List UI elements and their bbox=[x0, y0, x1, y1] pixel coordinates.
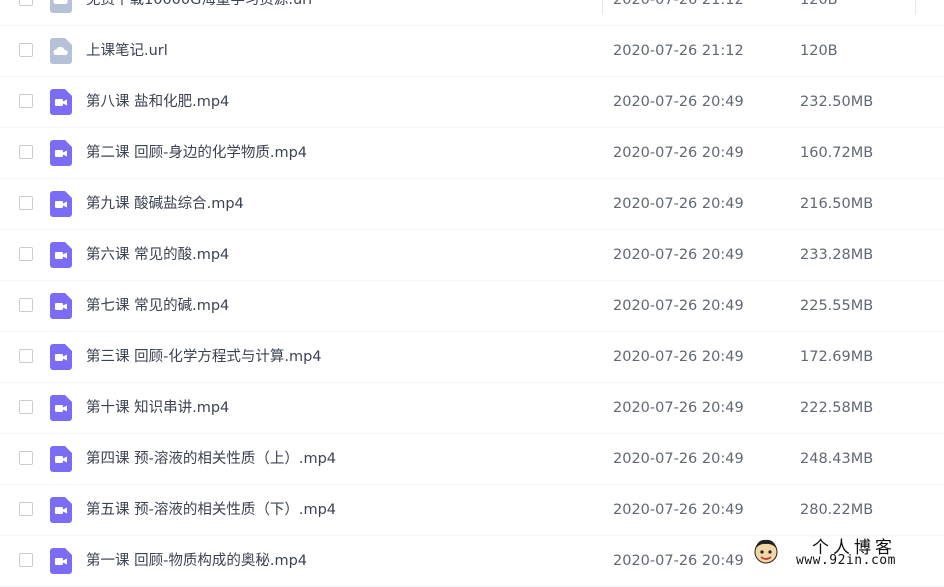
file-modified-date: 2020-07-26 21:12 bbox=[613, 0, 744, 8]
row-checkbox[interactable] bbox=[19, 349, 33, 363]
file-size: 225.55MB bbox=[800, 298, 874, 314]
file-row[interactable]: 第四课 预-溶液的相关性质（上）.mp4 2020-07-26 20:49 248.… bbox=[0, 434, 944, 485]
url-file-icon bbox=[50, 38, 72, 64]
video-file-icon bbox=[50, 344, 72, 370]
file-modified-date: 2020-07-26 20:49 bbox=[613, 553, 744, 569]
file-name[interactable]: 第一课 回顾-物质构成的奥秘.mp4 bbox=[86, 536, 307, 586]
file-name[interactable]: 第四课 预-溶液的相关性质（上）.mp4 bbox=[86, 434, 336, 484]
cartoon-face-icon bbox=[754, 539, 778, 564]
file-size: 172.69MB bbox=[800, 349, 874, 365]
video-file-icon bbox=[50, 191, 72, 217]
file-size: 120B bbox=[800, 43, 838, 59]
video-file-icon bbox=[50, 242, 72, 268]
video-file-icon bbox=[50, 548, 72, 574]
video-file-icon bbox=[50, 140, 72, 166]
file-name[interactable]: 第五课 预-溶液的相关性质（下）.mp4 bbox=[86, 485, 336, 535]
row-checkbox[interactable] bbox=[19, 196, 33, 210]
file-size: 216.50MB bbox=[800, 196, 874, 212]
file-list: 免费下载10000G海量学习资源.url 2020-07-26 21:12 120B… bbox=[0, 0, 944, 587]
file-row[interactable]: 上课笔记.url 2020-07-26 21:12 120B bbox=[0, 26, 944, 77]
file-modified-date: 2020-07-26 20:49 bbox=[613, 247, 744, 263]
file-name[interactable]: 免费下载10000G海量学习资源.url bbox=[86, 0, 312, 25]
file-row[interactable]: 第二课 回顾-身边的化学物质.mp4 2020-07-26 20:49 160.72… bbox=[0, 128, 944, 179]
file-modified-date: 2020-07-26 20:49 bbox=[613, 451, 744, 467]
file-modified-date: 2020-07-26 20:49 bbox=[613, 145, 744, 161]
file-row[interactable]: 第八课 盐和化肥.mp4 2020-07-26 20:49 232.50MB bbox=[0, 77, 944, 128]
file-name[interactable]: 第六课 常见的酸.mp4 bbox=[86, 230, 229, 280]
file-modified-date: 2020-07-26 20:49 bbox=[613, 298, 744, 314]
row-checkbox[interactable] bbox=[19, 145, 33, 159]
file-modified-date: 2020-07-26 20:49 bbox=[613, 502, 744, 518]
file-modified-date: 2020-07-26 21:12 bbox=[613, 43, 744, 59]
file-name[interactable]: 第三课 回顾-化学方程式与计算.mp4 bbox=[86, 332, 322, 382]
file-row[interactable]: 免费下载10000G海量学习资源.url 2020-07-26 21:12 120B bbox=[0, 0, 944, 26]
file-row[interactable]: 第九课 酸碱盐综合.mp4 2020-07-26 20:49 216.50MB bbox=[0, 179, 944, 230]
file-modified-date: 2020-07-26 20:49 bbox=[613, 400, 744, 416]
file-name[interactable]: 第七课 常见的碱.mp4 bbox=[86, 281, 229, 331]
file-name[interactable]: 第十课 知识串讲.mp4 bbox=[86, 383, 229, 433]
row-checkbox[interactable] bbox=[19, 298, 33, 312]
file-name[interactable]: 上课笔记.url bbox=[86, 26, 168, 76]
file-row[interactable]: 第七课 常见的碱.mp4 2020-07-26 20:49 225.55MB bbox=[0, 281, 944, 332]
file-size: 233.28MB bbox=[800, 247, 874, 263]
file-size: 160.72MB bbox=[800, 145, 874, 161]
column-divider[interactable] bbox=[915, 0, 916, 14]
video-file-icon bbox=[50, 497, 72, 523]
row-checkbox[interactable] bbox=[19, 247, 33, 261]
file-size: 280.22MB bbox=[800, 502, 874, 518]
row-checkbox[interactable] bbox=[19, 451, 33, 465]
file-modified-date: 2020-07-26 20:49 bbox=[613, 196, 744, 212]
blog-watermark: 个人博客 www.92in.com bbox=[752, 533, 932, 571]
file-name[interactable]: 第九课 酸碱盐综合.mp4 bbox=[86, 179, 244, 229]
video-file-icon bbox=[50, 395, 72, 421]
video-file-icon bbox=[50, 293, 72, 319]
file-name[interactable]: 第八课 盐和化肥.mp4 bbox=[86, 77, 229, 127]
row-checkbox[interactable] bbox=[19, 43, 33, 57]
video-file-icon bbox=[50, 89, 72, 115]
file-size: 120B bbox=[800, 0, 838, 8]
url-file-icon bbox=[50, 0, 72, 13]
file-row[interactable]: 第三课 回顾-化学方程式与计算.mp4 2020-07-26 20:49 172.6… bbox=[0, 332, 944, 383]
file-name[interactable]: 第二课 回顾-身边的化学物质.mp4 bbox=[86, 128, 307, 178]
video-file-icon bbox=[50, 446, 72, 472]
file-row[interactable]: 第十课 知识串讲.mp4 2020-07-26 20:49 222.58MB bbox=[0, 383, 944, 434]
row-checkbox[interactable] bbox=[19, 502, 33, 516]
file-size: 222.58MB bbox=[800, 400, 874, 416]
file-modified-date: 2020-07-26 20:49 bbox=[613, 349, 744, 365]
file-modified-date: 2020-07-26 20:49 bbox=[613, 94, 744, 110]
column-divider[interactable] bbox=[602, 0, 603, 14]
row-checkbox[interactable] bbox=[19, 94, 33, 108]
file-size: 248.43MB bbox=[800, 451, 874, 467]
watermark-url: www.92in.com bbox=[796, 553, 896, 568]
row-checkbox[interactable] bbox=[19, 0, 33, 6]
file-row[interactable]: 第六课 常见的酸.mp4 2020-07-26 20:49 233.28MB bbox=[0, 230, 944, 281]
row-checkbox[interactable] bbox=[19, 553, 33, 567]
file-row[interactable]: 第五课 预-溶液的相关性质（下）.mp4 2020-07-26 20:49 280.… bbox=[0, 485, 944, 536]
file-size: 232.50MB bbox=[800, 94, 874, 110]
row-checkbox[interactable] bbox=[19, 400, 33, 414]
